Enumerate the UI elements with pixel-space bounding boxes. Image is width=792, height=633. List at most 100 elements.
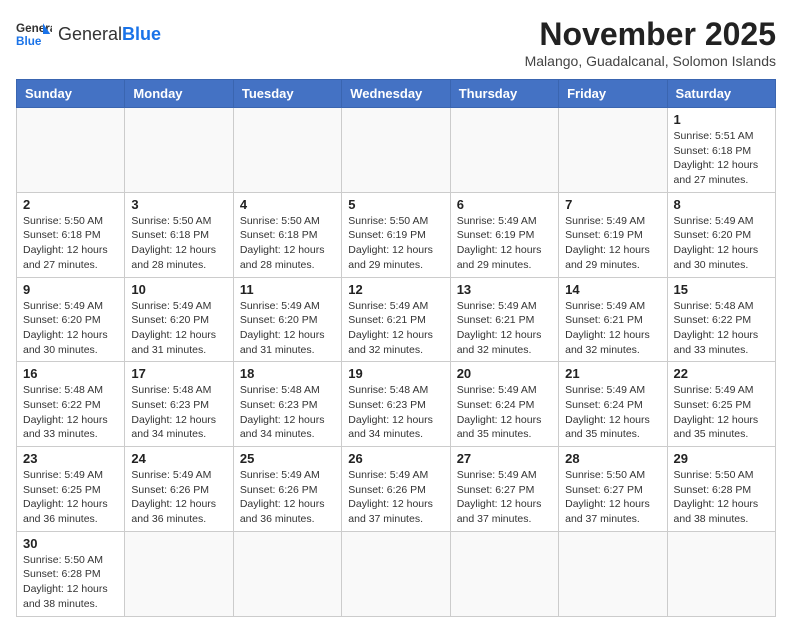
- calendar-cell: 11 Sunrise: 5:49 AM Sunset: 6:20 PM Dayli…: [233, 277, 341, 362]
- calendar-week-2: 9 Sunrise: 5:49 AM Sunset: 6:20 PM Daylig…: [17, 277, 776, 362]
- day-number: 22: [674, 366, 769, 381]
- day-number: 24: [131, 451, 226, 466]
- calendar-cell: [233, 531, 341, 616]
- day-info: Sunrise: 5:49 AM Sunset: 6:20 PM Dayligh…: [674, 214, 769, 273]
- day-number: 13: [457, 282, 552, 297]
- day-number: 26: [348, 451, 443, 466]
- logo: General Blue GeneralBlue: [16, 16, 161, 52]
- day-info: Sunrise: 5:49 AM Sunset: 6:20 PM Dayligh…: [240, 299, 335, 358]
- calendar-cell: 2 Sunrise: 5:50 AM Sunset: 6:18 PM Daylig…: [17, 192, 125, 277]
- col-saturday: Saturday: [667, 80, 775, 108]
- day-number: 11: [240, 282, 335, 297]
- day-number: 3: [131, 197, 226, 212]
- calendar-cell: 4 Sunrise: 5:50 AM Sunset: 6:18 PM Daylig…: [233, 192, 341, 277]
- day-number: 28: [565, 451, 660, 466]
- day-info: Sunrise: 5:50 AM Sunset: 6:18 PM Dayligh…: [23, 214, 118, 273]
- day-info: Sunrise: 5:49 AM Sunset: 6:21 PM Dayligh…: [348, 299, 443, 358]
- day-number: 29: [674, 451, 769, 466]
- day-info: Sunrise: 5:50 AM Sunset: 6:27 PM Dayligh…: [565, 468, 660, 527]
- calendar-cell: 20Sunrise: 5:49 AM Sunset: 6:24 PM Dayli…: [450, 362, 558, 447]
- calendar-cell: [559, 531, 667, 616]
- day-number: 4: [240, 197, 335, 212]
- day-info: Sunrise: 5:49 AM Sunset: 6:26 PM Dayligh…: [348, 468, 443, 527]
- calendar-cell: [559, 108, 667, 193]
- day-number: 7: [565, 197, 660, 212]
- calendar-cell: 18 Sunrise: 5:48 AM Sunset: 6:23 PM Dayli…: [233, 362, 341, 447]
- day-info: Sunrise: 5:48 AM Sunset: 6:22 PM Dayligh…: [674, 299, 769, 358]
- day-number: 21: [565, 366, 660, 381]
- calendar-cell: 21 Sunrise: 5:49 AM Sunset: 6:24 PM Dayli…: [559, 362, 667, 447]
- calendar-cell: 23 Sunrise: 5:49 AM Sunset: 6:25 PM Dayli…: [17, 447, 125, 532]
- calendar-table: Sunday Monday Tuesday Wednesday Thursday…: [16, 79, 776, 617]
- logo-svg: General Blue: [16, 16, 52, 52]
- calendar-cell: 22Sunrise: 5:49 AM Sunset: 6:25 PM Dayli…: [667, 362, 775, 447]
- calendar-cell: 7 Sunrise: 5:49 AM Sunset: 6:19 PM Daylig…: [559, 192, 667, 277]
- day-number: 25: [240, 451, 335, 466]
- day-info: Sunrise: 5:49 AM Sunset: 6:25 PM Dayligh…: [23, 468, 118, 527]
- day-number: 10: [131, 282, 226, 297]
- day-info: Sunrise: 5:49 AM Sunset: 6:21 PM Dayligh…: [457, 299, 552, 358]
- calendar-cell: 26 Sunrise: 5:49 AM Sunset: 6:26 PM Dayli…: [342, 447, 450, 532]
- col-tuesday: Tuesday: [233, 80, 341, 108]
- calendar-cell: 13 Sunrise: 5:49 AM Sunset: 6:21 PM Dayli…: [450, 277, 558, 362]
- calendar-week-4: 23 Sunrise: 5:49 AM Sunset: 6:25 PM Dayli…: [17, 447, 776, 532]
- svg-text:Blue: Blue: [16, 35, 42, 48]
- day-number: 9: [23, 282, 118, 297]
- calendar-week-5: 30 Sunrise: 5:50 AM Sunset: 6:28 PM Dayli…: [17, 531, 776, 616]
- calendar-cell: 27 Sunrise: 5:49 AM Sunset: 6:27 PM Dayli…: [450, 447, 558, 532]
- day-info: Sunrise: 5:48 AM Sunset: 6:23 PM Dayligh…: [240, 383, 335, 442]
- day-number: 1: [674, 112, 769, 127]
- day-info: Sunrise: 5:50 AM Sunset: 6:28 PM Dayligh…: [674, 468, 769, 527]
- calendar-cell: 19 Sunrise: 5:48 AM Sunset: 6:23 PM Dayli…: [342, 362, 450, 447]
- calendar-cell: 17Sunrise: 5:48 AM Sunset: 6:23 PM Dayli…: [125, 362, 233, 447]
- day-info: Sunrise: 5:48 AM Sunset: 6:23 PM Dayligh…: [131, 383, 226, 442]
- day-info: Sunrise: 5:49 AM Sunset: 6:27 PM Dayligh…: [457, 468, 552, 527]
- calendar-cell: 10Sunrise: 5:49 AM Sunset: 6:20 PM Dayli…: [125, 277, 233, 362]
- calendar-cell: [342, 531, 450, 616]
- calendar-cell: 29 Sunrise: 5:50 AM Sunset: 6:28 PM Dayli…: [667, 447, 775, 532]
- calendar-cell: [667, 531, 775, 616]
- calendar-week-3: 16Sunrise: 5:48 AM Sunset: 6:22 PM Dayli…: [17, 362, 776, 447]
- calendar-title: November 2025: [525, 16, 776, 53]
- day-number: 14: [565, 282, 660, 297]
- day-info: Sunrise: 5:48 AM Sunset: 6:23 PM Dayligh…: [348, 383, 443, 442]
- day-info: Sunrise: 5:49 AM Sunset: 6:19 PM Dayligh…: [457, 214, 552, 273]
- calendar-cell: 8Sunrise: 5:49 AM Sunset: 6:20 PM Daylig…: [667, 192, 775, 277]
- calendar-cell: [125, 531, 233, 616]
- calendar-cell: 5Sunrise: 5:50 AM Sunset: 6:19 PM Daylig…: [342, 192, 450, 277]
- day-number: 19: [348, 366, 443, 381]
- calendar-cell: [125, 108, 233, 193]
- title-area: November 2025 Malango, Guadalcanal, Solo…: [525, 16, 776, 69]
- day-number: 27: [457, 451, 552, 466]
- calendar-cell: 1 Sunrise: 5:51 AM Sunset: 6:18 PM Daylig…: [667, 108, 775, 193]
- day-number: 30: [23, 536, 118, 551]
- day-info: Sunrise: 5:49 AM Sunset: 6:21 PM Dayligh…: [565, 299, 660, 358]
- day-number: 15: [674, 282, 769, 297]
- day-info: Sunrise: 5:49 AM Sunset: 6:19 PM Dayligh…: [565, 214, 660, 273]
- col-friday: Friday: [559, 80, 667, 108]
- calendar-cell: 15 Sunrise: 5:48 AM Sunset: 6:22 PM Dayli…: [667, 277, 775, 362]
- calendar-cell: 12 Sunrise: 5:49 AM Sunset: 6:21 PM Dayli…: [342, 277, 450, 362]
- day-info: Sunrise: 5:49 AM Sunset: 6:24 PM Dayligh…: [565, 383, 660, 442]
- calendar-cell: [450, 531, 558, 616]
- col-thursday: Thursday: [450, 80, 558, 108]
- calendar-subtitle: Malango, Guadalcanal, Solomon Islands: [525, 53, 776, 69]
- day-info: Sunrise: 5:49 AM Sunset: 6:26 PM Dayligh…: [240, 468, 335, 527]
- day-number: 16: [23, 366, 118, 381]
- day-info: Sunrise: 5:51 AM Sunset: 6:18 PM Dayligh…: [674, 129, 769, 188]
- day-number: 20: [457, 366, 552, 381]
- day-number: 12: [348, 282, 443, 297]
- day-number: 18: [240, 366, 335, 381]
- calendar-cell: 28 Sunrise: 5:50 AM Sunset: 6:27 PM Dayli…: [559, 447, 667, 532]
- header-row: Sunday Monday Tuesday Wednesday Thursday…: [17, 80, 776, 108]
- calendar-cell: 9Sunrise: 5:49 AM Sunset: 6:20 PM Daylig…: [17, 277, 125, 362]
- day-number: 23: [23, 451, 118, 466]
- day-info: Sunrise: 5:50 AM Sunset: 6:18 PM Dayligh…: [240, 214, 335, 273]
- col-wednesday: Wednesday: [342, 80, 450, 108]
- day-number: 2: [23, 197, 118, 212]
- calendar-cell: 3Sunrise: 5:50 AM Sunset: 6:18 PM Daylig…: [125, 192, 233, 277]
- day-number: 6: [457, 197, 552, 212]
- calendar-cell: 25 Sunrise: 5:49 AM Sunset: 6:26 PM Dayli…: [233, 447, 341, 532]
- calendar-cell: 14 Sunrise: 5:49 AM Sunset: 6:21 PM Dayli…: [559, 277, 667, 362]
- day-info: Sunrise: 5:50 AM Sunset: 6:28 PM Dayligh…: [23, 553, 118, 612]
